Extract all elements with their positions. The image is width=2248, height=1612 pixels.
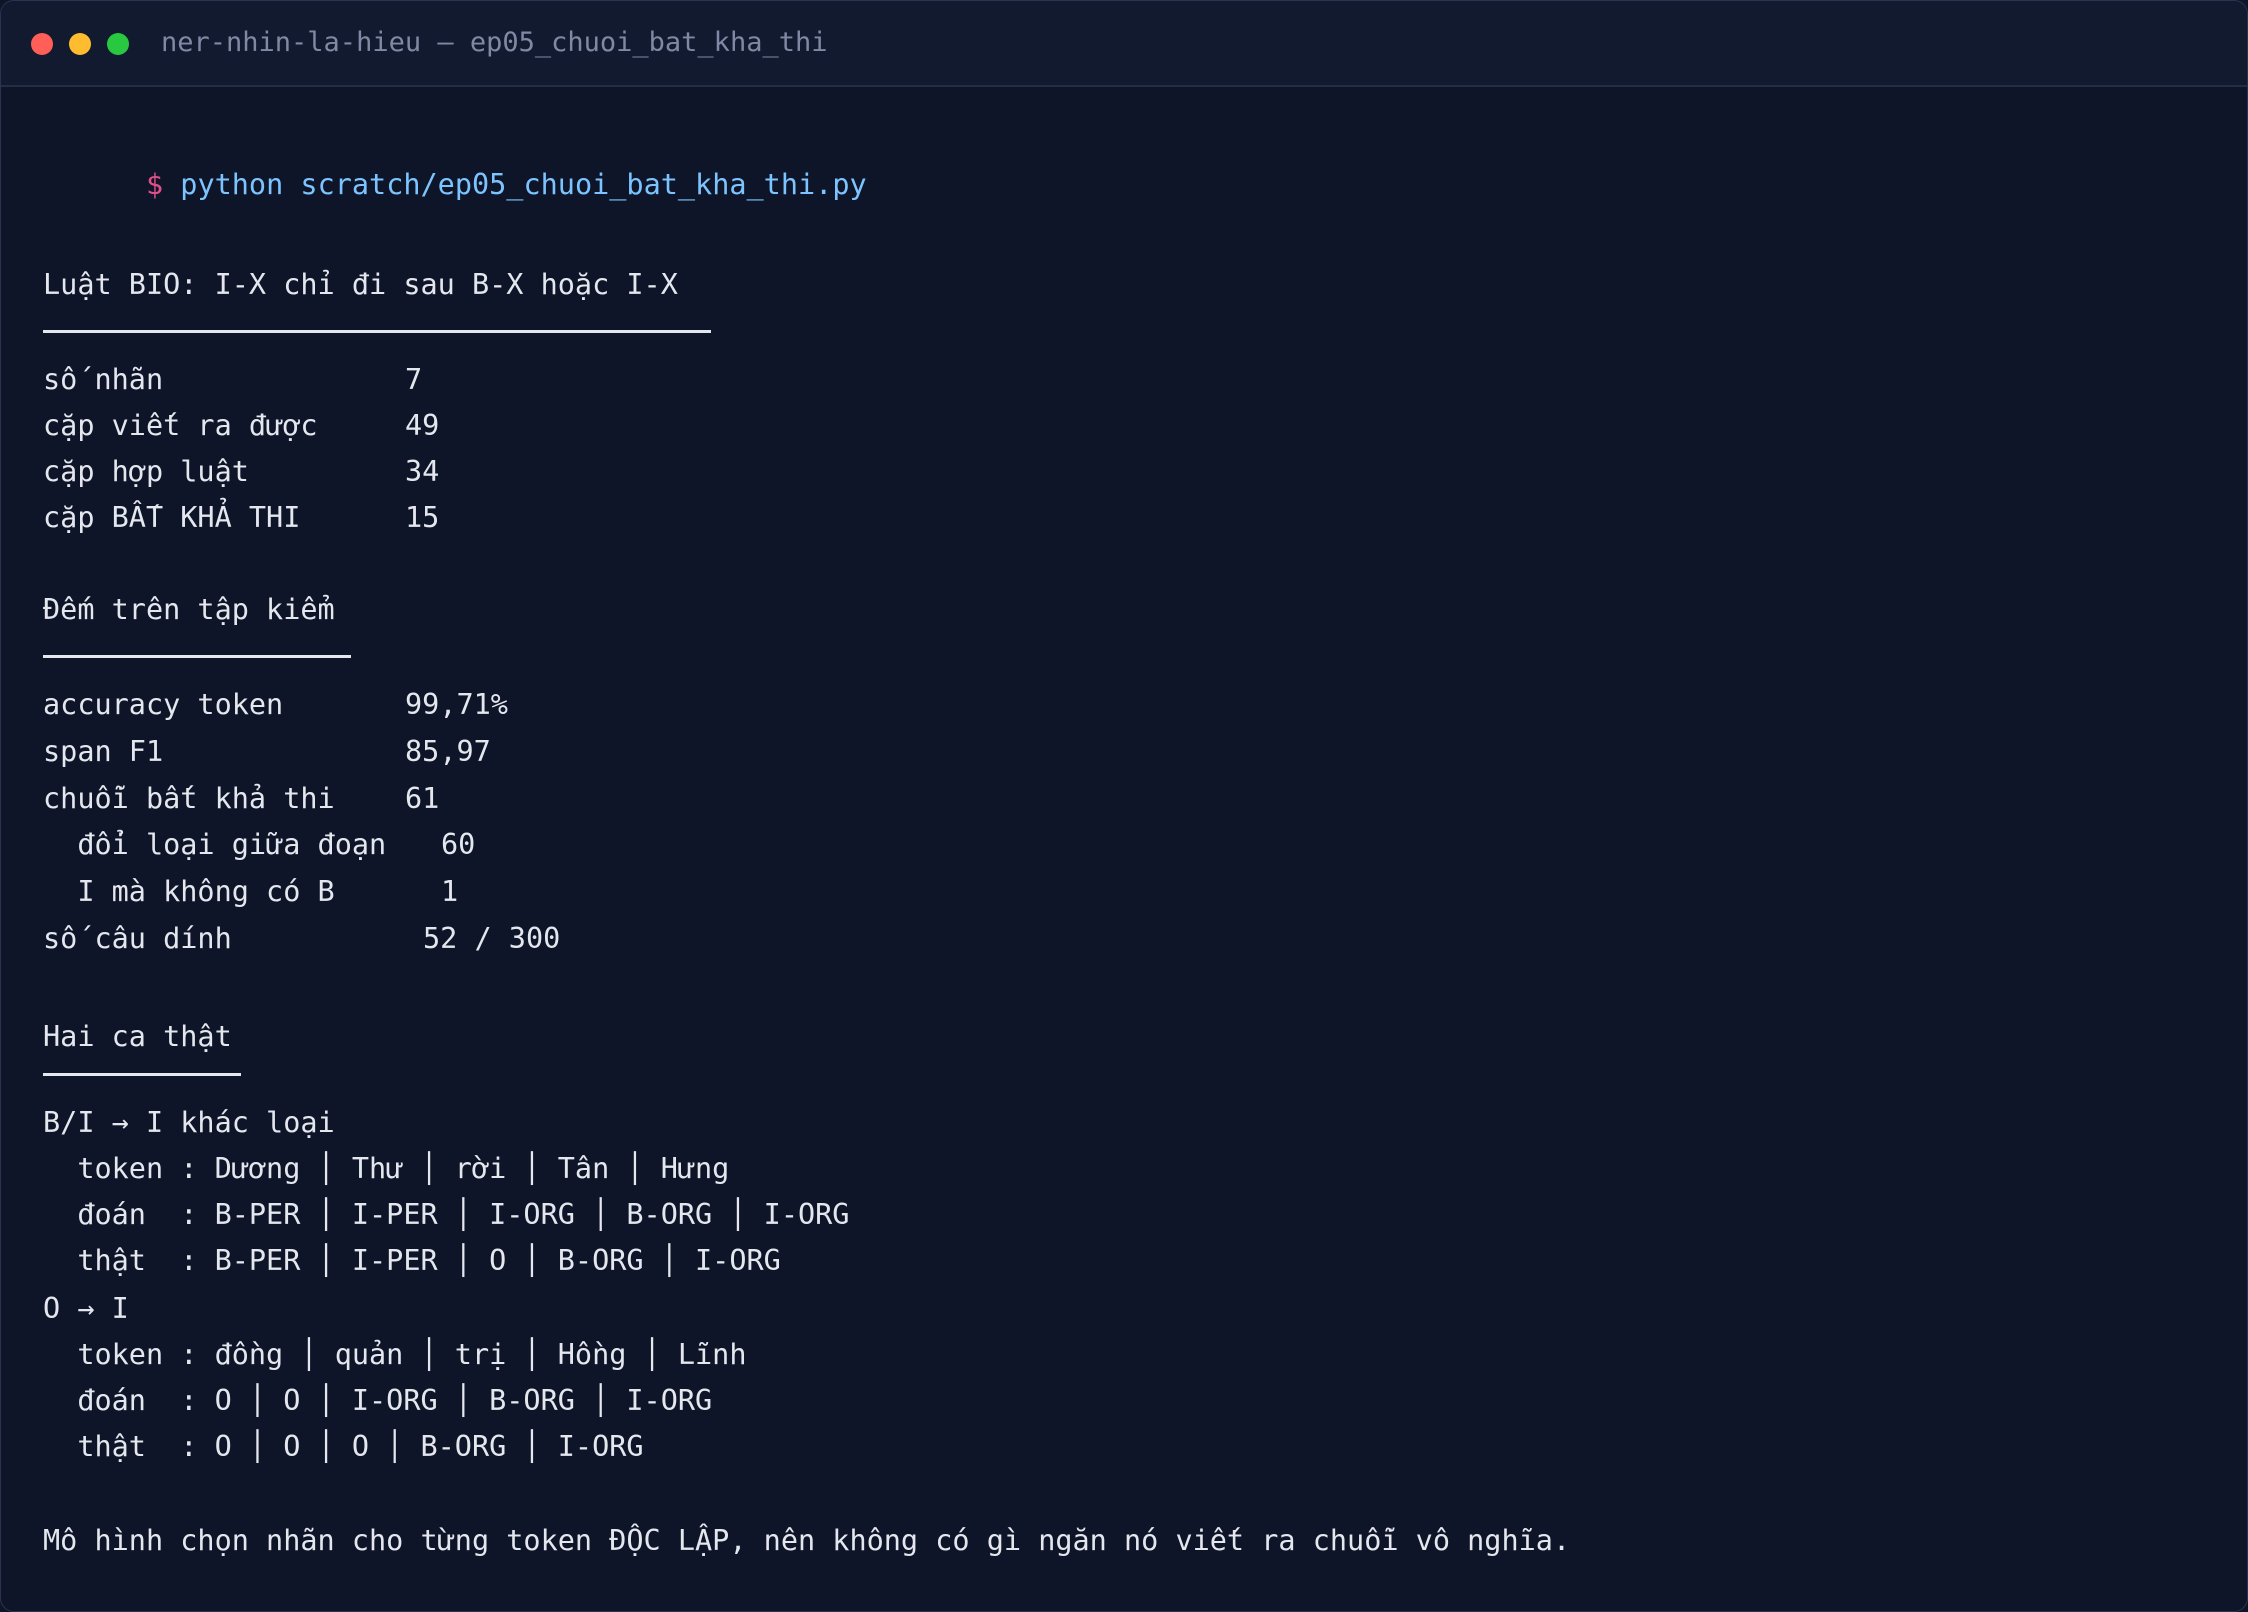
case-line: đoán : O │ O │ I-ORG │ B-ORG │ I-ORG	[43, 1384, 713, 1417]
prompt-symbol: $	[145, 168, 164, 201]
stat-row: span F1 85,97	[43, 732, 943, 772]
stat-label: cặp BẤT KHẢ THI	[43, 501, 301, 534]
window-title: ner-nhin-la-hieu — ep05_chuoi_bat_kha_th…	[161, 27, 828, 58]
stat-row: I mà không có B 1	[43, 872, 943, 912]
case-line: thật : O │ O │ O │ B-ORG │ I-ORG	[43, 1430, 644, 1463]
section3-underline	[43, 1073, 241, 1076]
stat-label: cặp hợp luật	[43, 455, 249, 488]
stat-label: I mà không có B	[43, 875, 335, 909]
case-title: O → I	[43, 1292, 129, 1325]
case-line: token : Dương │ Thư │ rời │ Tân │ Hưng	[43, 1152, 730, 1185]
close-button[interactable]	[31, 33, 53, 55]
minimize-button[interactable]	[69, 33, 91, 55]
stat-value: 52 / 300	[423, 922, 561, 955]
stat-value: 34	[405, 455, 440, 488]
stat-row: chuỗi bất khả thi 61	[43, 779, 943, 819]
stat-row: số câu dính 52 / 300	[43, 919, 943, 959]
section2-underline	[43, 655, 351, 658]
case-line: đoán : B-PER │ I-PER │ I-ORG │ B-ORG │ I…	[43, 1198, 850, 1231]
section3-heading: Hai ca thật	[43, 1020, 232, 1053]
stat-row: cặp hợp luật 34	[43, 452, 943, 492]
case-line: token : đồng │ quản │ trị │ Hồng │ Lĩnh	[43, 1338, 747, 1371]
section1-underline	[43, 330, 711, 333]
case-title: B/I → I khác loại	[43, 1106, 335, 1139]
stat-row: số nhãn 7	[43, 360, 943, 400]
stat-value: 99,71%	[405, 688, 508, 721]
terminal-window: ner-nhin-la-hieu — ep05_chuoi_bat_kha_th…	[0, 0, 2248, 1612]
stat-value: 60	[441, 828, 476, 862]
stat-label: cặp viết ra được	[43, 409, 318, 442]
stat-row: cặp BẤT KHẢ THI 15	[43, 498, 943, 538]
section1-heading: Luật BIO: I-X chỉ đi sau B-X hoặc I-X	[43, 268, 678, 301]
stat-row: đổi loại giữa đoạn 60	[43, 825, 943, 865]
stat-label: chuỗi bất khả thi	[43, 781, 335, 815]
footer-note: Mô hình chọn nhãn cho từng token ĐỘC LẬP…	[43, 1524, 1571, 1557]
stat-label: span F1	[43, 734, 164, 768]
case-line: thật : B-PER │ I-PER │ O │ B-ORG │ I-ORG	[43, 1244, 781, 1277]
stat-value: 49	[405, 409, 440, 442]
stat-label: đổi loại giữa đoạn	[43, 828, 387, 862]
section2-heading: Đếm trên tập kiểm	[43, 593, 335, 626]
stat-label: số nhãn	[43, 363, 164, 396]
stat-label: số câu dính	[43, 922, 232, 955]
command-text: python scratch/ep05_chuoi_bat_kha_thi.py	[180, 168, 867, 201]
stat-value: 85,97	[405, 734, 491, 768]
title-bar: ner-nhin-la-hieu — ep05_chuoi_bat_kha_th…	[1, 1, 2247, 87]
command-line: $ python scratch/ep05_chuoi_bat_kha_thi.…	[43, 125, 867, 201]
stat-value: 7	[405, 363, 423, 396]
stat-value: 1	[441, 875, 459, 909]
stat-row: accuracy token 99,71%	[43, 685, 943, 725]
stat-value: 15	[405, 501, 440, 534]
stat-row: cặp viết ra được 49	[43, 406, 943, 446]
stat-label: accuracy token	[43, 688, 284, 721]
zoom-button[interactable]	[107, 33, 129, 55]
stat-value: 61	[405, 781, 440, 815]
